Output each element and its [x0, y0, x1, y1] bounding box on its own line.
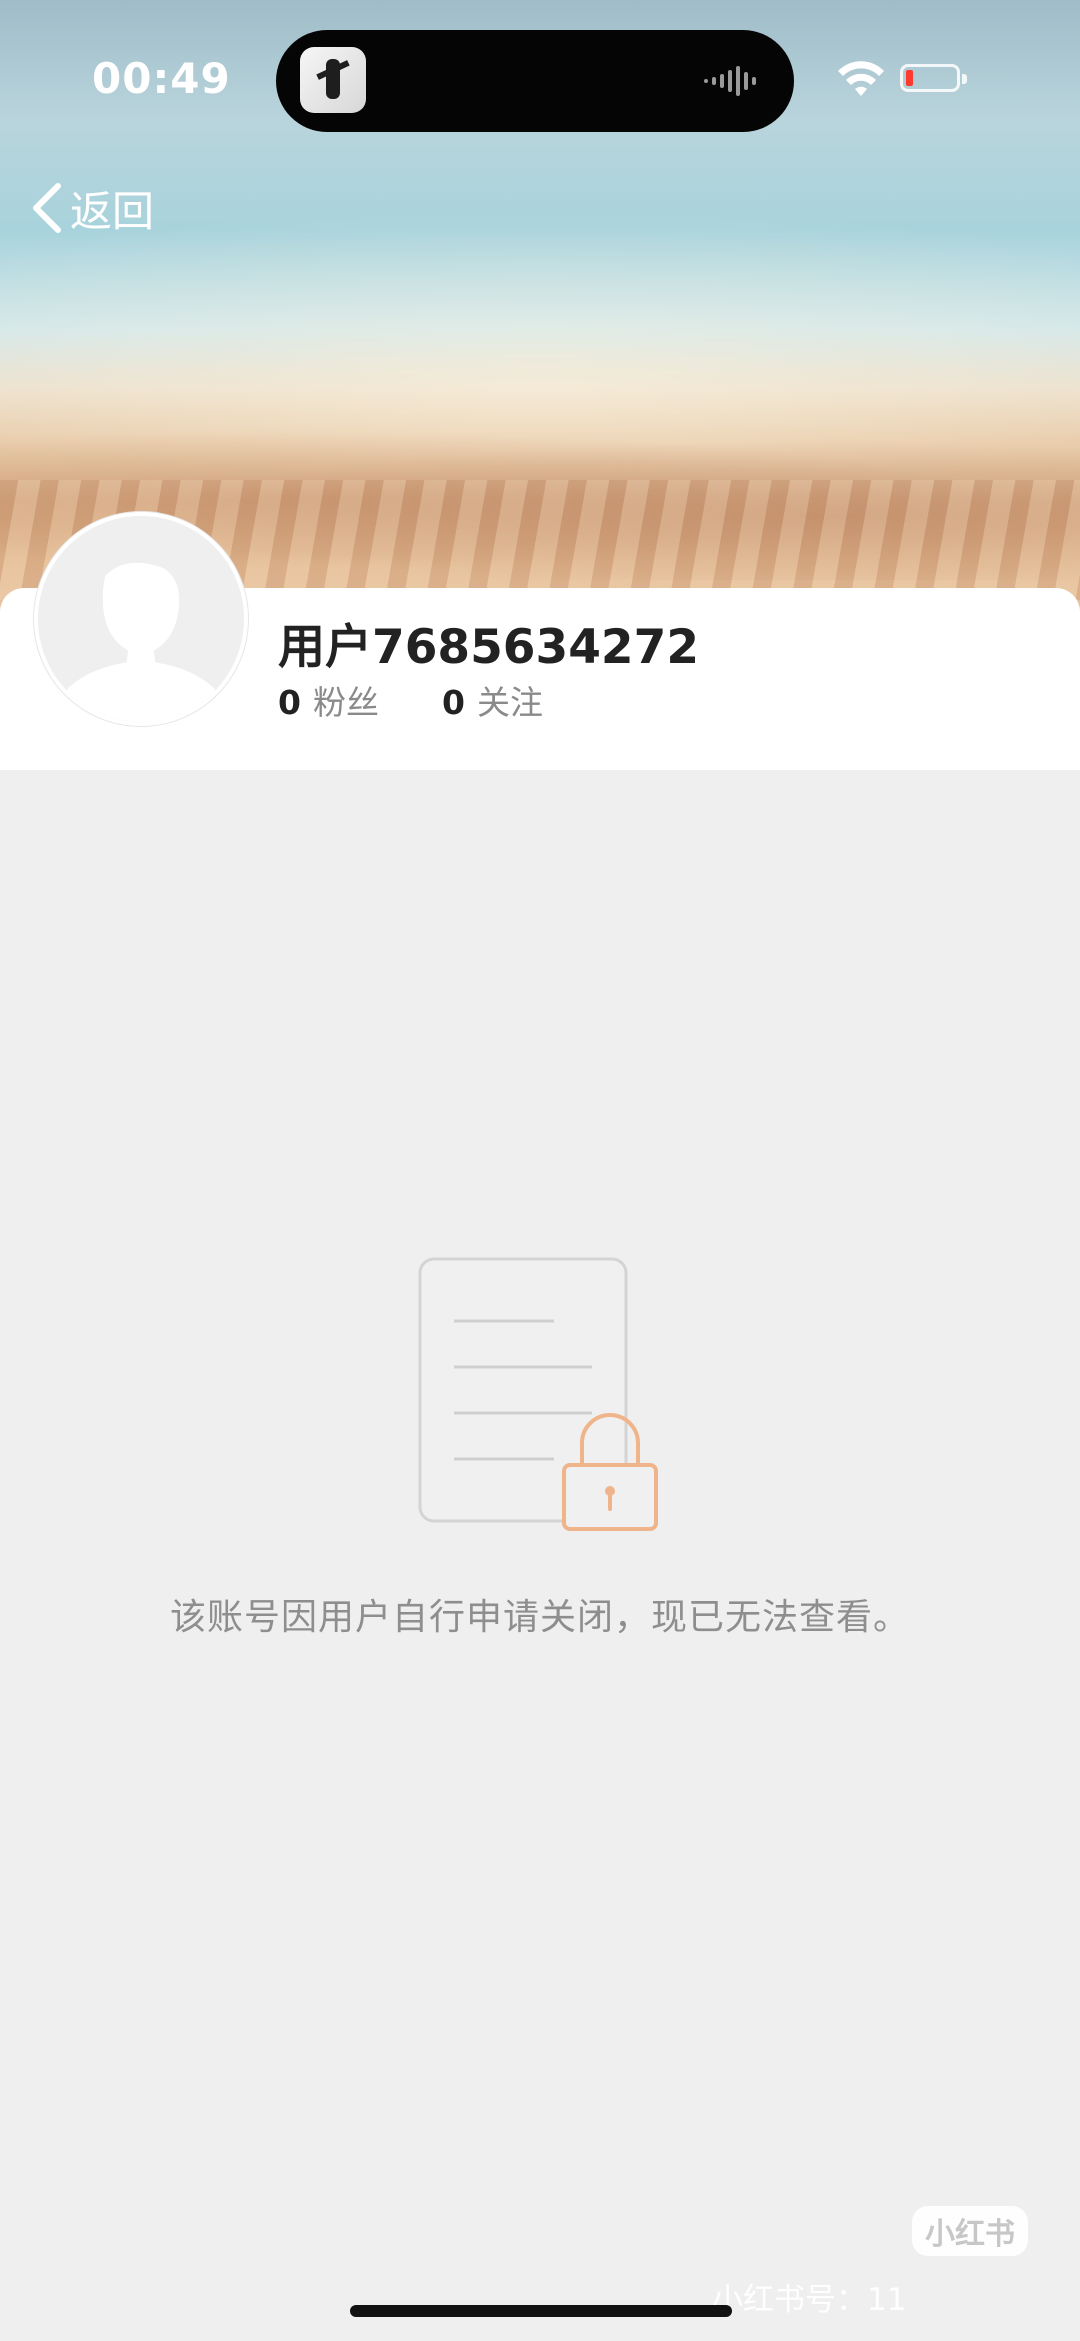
avatar[interactable] — [34, 512, 248, 726]
followers-count: 0 — [278, 683, 301, 722]
status-icons — [838, 54, 988, 104]
home-indicator[interactable] — [350, 2305, 732, 2317]
followers-stat[interactable]: 0 粉丝 — [278, 676, 379, 724]
following-label: 关注 — [476, 683, 543, 722]
following-stat[interactable]: 0 关注 — [442, 676, 543, 724]
now-playing-thumbnail — [300, 47, 366, 113]
battery-level — [906, 70, 913, 86]
following-count: 0 — [442, 683, 465, 722]
battery-cap — [962, 74, 967, 84]
back-label: 返回 — [70, 186, 155, 236]
status-time: 00:49 — [92, 54, 231, 103]
locked-document-icon — [418, 1257, 658, 1531]
username: 用户7685634272 — [278, 620, 700, 675]
audio-waveform-icon — [704, 66, 756, 96]
default-avatar-icon — [38, 516, 244, 722]
back-button[interactable]: 返回 — [28, 178, 154, 238]
watermark-id: 小红书号：11 — [712, 2282, 907, 2318]
battery-icon — [900, 64, 967, 92]
xiaohongshu-logo: 小红书 — [912, 2206, 1028, 2256]
dynamic-island — [276, 30, 794, 132]
wifi-icon — [838, 61, 884, 96]
chevron-left-icon — [33, 183, 61, 233]
account-closed-message: 该账号因用户自行申请关闭，现已无法查看。 — [169, 1597, 910, 1638]
thumbnail-figure — [326, 59, 340, 99]
followers-label: 粉丝 — [312, 683, 379, 722]
